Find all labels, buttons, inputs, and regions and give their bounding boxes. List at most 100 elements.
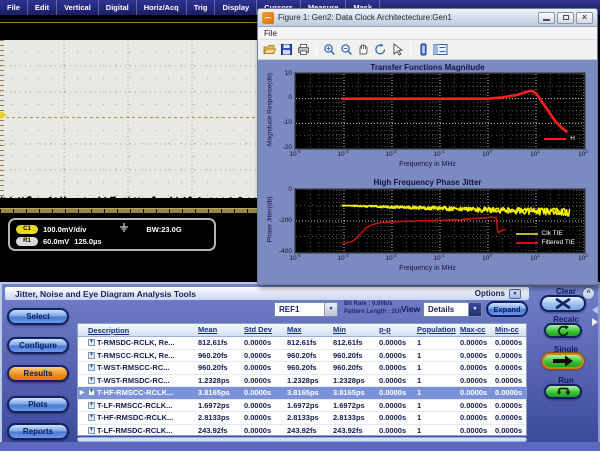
cell-mean: 3.8165ps	[198, 388, 230, 397]
expand-row-icon[interactable]: +	[88, 389, 95, 397]
cell-p_p: 0.0000s	[379, 425, 407, 435]
recalc-icon	[557, 324, 569, 336]
chevron-down-icon[interactable]: ▼	[324, 303, 337, 316]
table-row[interactable]: + T-LF-RMSDC-RCLK... 243.92fs 0.0000s 243.92…	[78, 424, 526, 435]
close-button[interactable]: ×	[576, 11, 593, 24]
menu-item-display[interactable]: Display	[215, 0, 258, 15]
plot2-ylabel: Phase Jitter(db)	[266, 196, 274, 243]
column-header-max[interactable]: Max	[285, 324, 331, 336]
column-header-mean[interactable]: Mean	[196, 324, 242, 336]
nav-button-select[interactable]: Select	[7, 308, 69, 325]
nav-left-arrow-icon[interactable]	[592, 306, 598, 314]
data-cursor-icon[interactable]	[390, 42, 405, 57]
expand-button[interactable]: Expand	[486, 301, 528, 317]
plot2-area[interactable]: Clk TIE Filtered TIE	[294, 188, 586, 254]
selected-row-marker	[78, 375, 86, 387]
table-row[interactable]: + T-HF-RMSDC-RCLK... 2.8133ps 0.0000s 2.8133…	[78, 412, 526, 425]
legend-entry-label: H	[570, 135, 575, 142]
column-header-population[interactable]: Population	[415, 324, 458, 336]
source-select[interactable]: REF1 ▼	[274, 302, 338, 317]
expand-row-icon[interactable]: +	[88, 351, 95, 359]
save-icon[interactable]	[279, 42, 294, 57]
menu-item-vertical[interactable]: Vertical	[57, 0, 99, 15]
table-row[interactable]: + T-RMSCC-RCLK, Re... 960.20fs 0.0000s 960.2…	[78, 349, 526, 362]
nav-button-results[interactable]: Results	[7, 365, 69, 382]
minimize-button[interactable]	[538, 11, 555, 24]
expand-row-icon[interactable]: +	[88, 364, 95, 372]
column-header-std-dev[interactable]: Std Dev	[242, 324, 285, 336]
options-dropdown-button[interactable]: ▼	[509, 288, 521, 299]
channel-position-marker[interactable]	[0, 111, 7, 119]
table-row[interactable]: + T-RMSDC-RCLK, Re... 812.61fs 0.0000s 812.6…	[78, 337, 526, 350]
ref1-badge[interactable]: R1	[16, 236, 38, 246]
clear-button[interactable]	[540, 295, 586, 312]
rotate-icon[interactable]	[373, 42, 388, 57]
expand-row-icon[interactable]: +	[88, 401, 95, 409]
plot1-title: Transfer Functions Magnitude	[370, 63, 485, 72]
table-horizontal-scrollbar[interactable]	[77, 437, 527, 442]
y-tick-label: 0	[288, 94, 292, 102]
plot1-ylabel: Magnitude Response(db)	[266, 73, 274, 146]
run-button[interactable]	[544, 384, 582, 399]
view-select[interactable]: Details ▼	[423, 302, 482, 317]
nav-button-reports[interactable]: Reports	[7, 423, 69, 440]
measurement-description: T-RMSDC-RCLK, Re...	[97, 338, 175, 348]
column-header-description[interactable]: Description	[86, 324, 196, 336]
column-header-min[interactable]: Min	[331, 324, 377, 336]
view-select-value: Details	[428, 305, 455, 314]
table-row[interactable]: + T-LF-RMSCC-RCLK... 1.6972ps 0.0000s 1.6972…	[78, 399, 526, 412]
table-row[interactable]: + T-WST-RMSDC-RC... 1.2328ps 0.0000s 1.2328p…	[78, 374, 526, 387]
print-icon[interactable]	[296, 42, 311, 57]
results-table-header: Description Mean Std Dev Max Min p-p Populatio…	[78, 324, 526, 337]
x-tick-label: 102	[578, 253, 588, 263]
results-table-body: + T-RMSDC-RCLK, Re... 812.61fs 0.0000s 812.6…	[78, 337, 526, 435]
zoom-out-icon[interactable]	[339, 42, 354, 57]
single-button[interactable]	[542, 353, 584, 369]
nav-button-plots[interactable]: Plots	[7, 396, 69, 413]
row-marker-column	[78, 324, 86, 336]
menu-item-horiz-acq[interactable]: Horiz/Acq	[137, 0, 187, 15]
zoom-in-icon[interactable]	[322, 42, 337, 57]
view-label: View	[401, 304, 421, 314]
cell-std_dev: 0.0000s	[244, 425, 272, 435]
nav-button-configure[interactable]: Configure	[7, 337, 69, 354]
cell-min: 812.61fs	[333, 338, 363, 347]
colorbar-icon[interactable]	[416, 42, 431, 57]
cell-population: 1	[417, 363, 422, 372]
channel1-badge[interactable]: C1	[16, 224, 38, 234]
recalc-button[interactable]	[544, 323, 582, 338]
open-icon[interactable]	[262, 42, 277, 57]
menu-item-edit[interactable]: Edit	[28, 0, 58, 15]
figure-menu-file[interactable]: File	[264, 29, 277, 38]
legend-line	[544, 137, 567, 140]
column-header-min-cc[interactable]: Min-cc	[493, 324, 526, 336]
cell-max_cc: 0.0000s	[460, 338, 488, 347]
selected-row-marker	[78, 362, 86, 374]
cell-max: 243.92fs	[287, 425, 317, 435]
column-header-p-p[interactable]: p-p	[377, 324, 415, 336]
table-row[interactable]: + T-WST-RMSCC-RC... 960.20fs 0.0000s 960.20f…	[78, 362, 526, 375]
menu-item-file[interactable]: File	[0, 0, 28, 15]
figure-title-bar[interactable]: Figure 1: Gen2: Data Clock Architectectu…	[258, 9, 597, 27]
cell-min_cc: 0.0000s	[495, 388, 523, 397]
expand-row-icon[interactable]: +	[88, 376, 95, 384]
oscilloscope-screen: File Edit Vertical Digital Horiz/Acq Trig Disp…	[0, 0, 600, 455]
expand-row-icon[interactable]: +	[88, 414, 95, 422]
cell-population: 1	[417, 375, 422, 385]
x-tick-label: 10-4	[289, 253, 301, 263]
table-row[interactable]: ▶ + T-HF-RMSCC-RCLK... 3.8165ps 0.0000s 3.816…	[78, 387, 526, 400]
expand-row-icon[interactable]: +	[88, 339, 95, 347]
restore-button[interactable]	[557, 11, 574, 24]
expand-row-icon[interactable]: +	[88, 426, 95, 434]
column-header-max-cc[interactable]: Max-cc	[458, 324, 493, 336]
cell-min_cc: 0.0000s	[495, 363, 523, 372]
pan-icon[interactable]	[356, 42, 371, 57]
cell-p_p: 0.0000s	[379, 375, 407, 385]
menu-item-digital[interactable]: Digital	[99, 0, 137, 15]
cell-max: 2.8133ps	[287, 413, 319, 422]
chevron-down-icon[interactable]: ▼	[468, 303, 481, 316]
menu-item-trig[interactable]: Trig	[187, 0, 216, 15]
legend-icon[interactable]	[433, 42, 448, 57]
plot1-area[interactable]: H	[294, 72, 586, 150]
x-tick-label: 102	[578, 149, 588, 159]
